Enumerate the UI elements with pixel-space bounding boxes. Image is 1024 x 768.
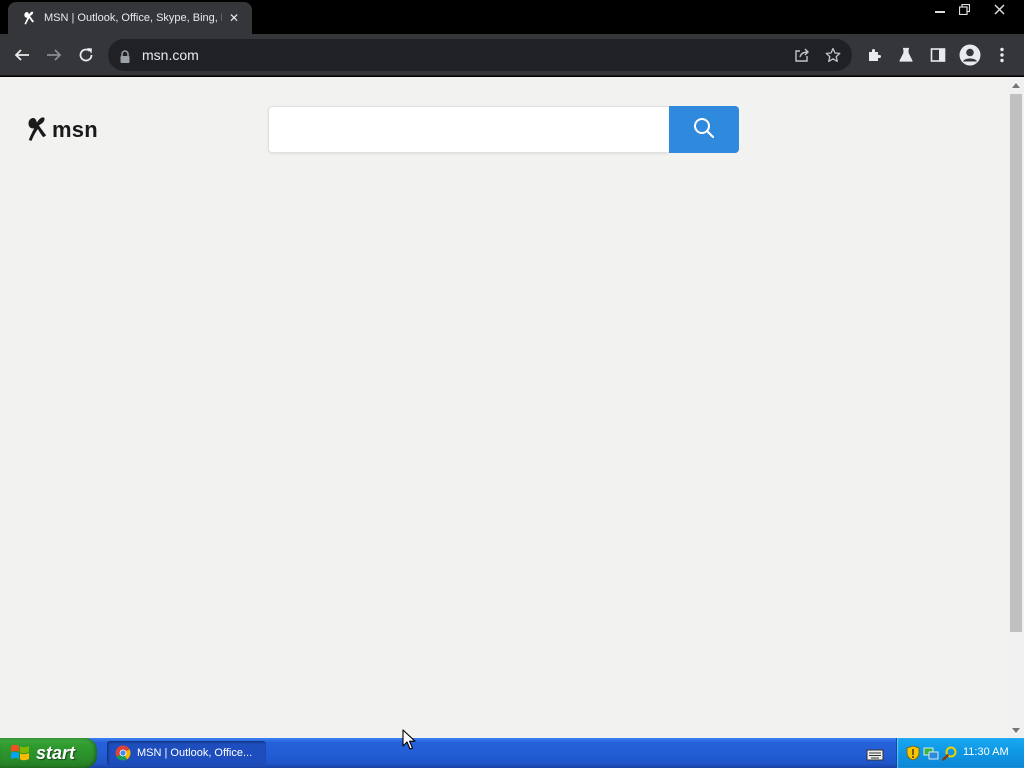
start-label: start [36, 742, 76, 763]
profile-avatar-icon[interactable] [956, 41, 984, 69]
desktop-screen: MSN | Outlook, Office, Skype, Bing, Brea… [0, 0, 1024, 768]
reload-icon[interactable] [72, 41, 100, 69]
taskbar-item-label: MSN | Outlook, Office... [137, 747, 253, 759]
labs-flask-icon[interactable] [892, 41, 920, 69]
search-input[interactable] [268, 106, 669, 153]
taskbar-item-browser[interactable]: MSN | Outlook, Office... [107, 741, 266, 765]
restore-window-icon[interactable] [952, 0, 976, 18]
msn-butterfly-icon [22, 10, 36, 26]
start-button[interactable]: start [0, 738, 97, 768]
msn-butterfly-icon [26, 115, 48, 145]
tab-title: MSN | Outlook, Office, Skype, Bing, Brea… [44, 12, 222, 24]
tab-close-icon[interactable]: ✕ [226, 10, 242, 26]
clock: 11:30 AM [963, 746, 1009, 758]
search-box [268, 106, 739, 153]
browser-toolbar: msn.com [0, 34, 1024, 76]
close-window-icon[interactable] [986, 0, 1012, 18]
address-url: msn.com [142, 47, 199, 63]
browser-tab[interactable]: MSN | Outlook, Office, Skype, Bing, Brea… [8, 2, 252, 34]
vertical-scrollbar[interactable] [1008, 77, 1024, 738]
network-icon[interactable] [923, 745, 939, 761]
scrollbar-thumb[interactable] [1010, 94, 1022, 632]
back-arrow-icon[interactable] [8, 41, 36, 69]
search-magnifier-icon[interactable] [941, 745, 957, 761]
minimize-window-icon[interactable] [928, 0, 952, 18]
mouse-cursor-icon [402, 729, 416, 751]
scroll-up-arrow-icon[interactable] [1008, 77, 1024, 93]
logo-text: msn [52, 117, 98, 142]
forward-arrow-icon[interactable] [40, 41, 68, 69]
search-icon [693, 117, 715, 142]
search-button[interactable] [669, 106, 739, 153]
windows-flag-icon [10, 743, 30, 763]
taskbar: start MSN | Outlook, Office... 11:30 AM [0, 738, 1024, 768]
msn-logo[interactable]: msn [26, 115, 98, 145]
keyboard-language-icon[interactable] [866, 746, 884, 761]
side-panel-icon[interactable] [924, 41, 952, 69]
chrome-icon [115, 745, 131, 761]
bookmark-star-icon[interactable] [821, 43, 845, 67]
share-icon[interactable] [790, 43, 814, 67]
system-tray: 11:30 AM [896, 738, 1024, 768]
extensions-puzzle-icon[interactable] [860, 41, 888, 69]
menu-kebab-icon[interactable] [988, 41, 1016, 69]
scroll-down-arrow-icon[interactable] [1008, 722, 1024, 738]
lock-icon[interactable] [120, 48, 132, 63]
browser-title-bar: MSN | Outlook, Office, Skype, Bing, Brea… [0, 0, 1024, 34]
address-bar[interactable]: msn.com [108, 39, 852, 71]
web-page: msn [0, 77, 1008, 738]
security-shield-icon[interactable] [905, 745, 921, 761]
